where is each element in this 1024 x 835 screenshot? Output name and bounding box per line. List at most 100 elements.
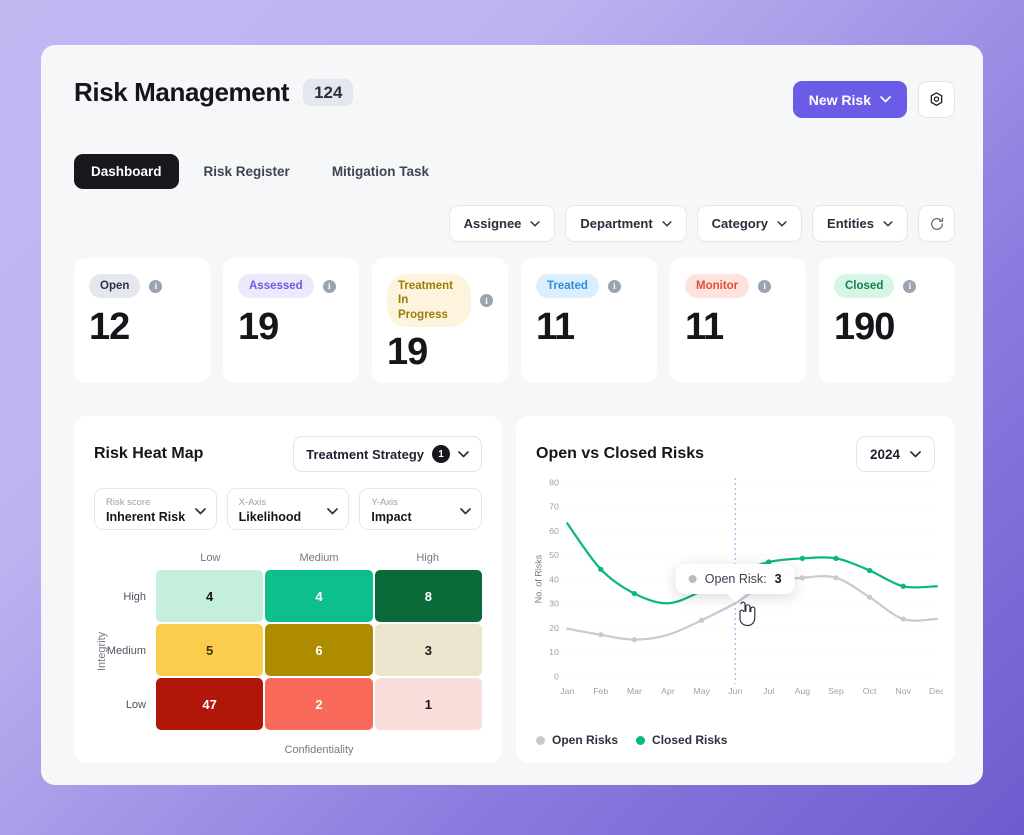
heat-map-cell[interactable]: 8	[375, 570, 482, 622]
legend-item[interactable]: Closed Risks	[636, 733, 727, 747]
chart-data-point[interactable]	[598, 567, 603, 572]
heat-map-cell[interactable]: 5	[156, 624, 263, 676]
x-axis-label: X-Axis	[239, 497, 302, 509]
stat-badge-row: Openi	[89, 274, 195, 298]
stat-value: 19	[238, 306, 344, 349]
heat-map-column-label: Low	[156, 552, 265, 564]
heat-map-cell[interactable]: 2	[265, 678, 372, 730]
chevron-down-icon	[195, 508, 206, 515]
legend-dot	[536, 736, 545, 745]
chart-data-point[interactable]	[867, 568, 872, 573]
chart-data-point[interactable]	[901, 584, 906, 589]
heat-map-column-label: Medium	[265, 552, 374, 564]
stat-card: Assessedi19	[223, 258, 359, 383]
chart-x-tick-label: Aug	[795, 686, 811, 696]
stat-value: 11	[685, 306, 791, 349]
stat-card: Treatment In Progressi19	[372, 258, 508, 383]
stat-value: 12	[89, 306, 195, 349]
chart-data-point[interactable]	[867, 595, 872, 600]
chevron-down-icon	[910, 451, 921, 458]
tab-dashboard[interactable]: Dashboard	[74, 154, 179, 189]
heat-map-cell[interactable]: 47	[156, 678, 263, 730]
heat-map-y-axis-title: Integrity	[94, 570, 110, 732]
legend-item[interactable]: Open Risks	[536, 733, 618, 747]
chart-y-tick-label: 10	[549, 647, 559, 657]
refresh-button[interactable]	[918, 205, 955, 242]
filter-category[interactable]: Category	[697, 205, 802, 242]
filter-department-label: Department	[580, 216, 652, 231]
info-icon[interactable]: i	[323, 280, 336, 293]
chart-y-tick-label: 70	[549, 502, 559, 512]
chart-x-tick-label: Nov	[895, 686, 911, 696]
info-icon[interactable]: i	[480, 294, 493, 307]
chart-data-point[interactable]	[901, 616, 906, 621]
chart-data-point[interactable]	[833, 556, 838, 561]
chart-x-tick-label: Feb	[593, 686, 608, 696]
chart-data-point[interactable]	[598, 632, 603, 637]
filter-assignee-label: Assignee	[464, 216, 522, 231]
risk-score-value: Inherent Risk	[106, 509, 185, 525]
heat-map-x-axis-title: Confidentiality	[156, 744, 482, 756]
heat-map-cell[interactable]: 1	[375, 678, 482, 730]
heat-map-header: Risk Heat Map Treatment Strategy 1	[94, 436, 482, 472]
chart-x-tick-label: Jun	[728, 686, 742, 696]
heat-map-row: 448	[156, 570, 482, 622]
x-axis-select[interactable]: X-Axis Likelihood	[227, 488, 350, 530]
y-axis-value: Impact	[371, 509, 411, 525]
chart-data-point[interactable]	[632, 637, 637, 642]
tooltip-series-dot	[689, 575, 697, 583]
chart-y-axis-title: No. of Risks	[533, 554, 543, 603]
line-chart-area[interactable]: 01020304050607080No. of RisksJanFebMarAp…	[530, 476, 943, 706]
stat-badge-row: Treatment In Progress i	[387, 274, 493, 327]
stat-card: Monitor i 11	[670, 258, 806, 383]
chevron-down-icon	[530, 221, 540, 227]
chart-y-tick-label: 50	[549, 550, 559, 560]
page-title: Risk Management	[74, 77, 289, 108]
new-risk-button[interactable]: New Risk	[793, 81, 907, 118]
filter-department[interactable]: Department	[565, 205, 686, 242]
tab-mitigation-task[interactable]: Mitigation Task	[315, 154, 446, 189]
y-axis-select[interactable]: Y-Axis Impact	[359, 488, 482, 530]
filter-entities[interactable]: Entities	[812, 205, 908, 242]
chart-y-tick-label: 0	[554, 672, 559, 682]
info-icon[interactable]: i	[608, 280, 621, 293]
filter-assignee[interactable]: Assignee	[449, 205, 556, 242]
heat-map-cell[interactable]: 3	[375, 624, 482, 676]
info-icon[interactable]: i	[903, 280, 916, 293]
stat-value: 11	[536, 306, 642, 349]
chevron-down-icon	[458, 451, 469, 458]
status-badge: Monitor	[685, 274, 749, 298]
stat-badge-row: Closedi	[834, 274, 940, 298]
heat-map-column-labels: LowMediumHigh	[156, 552, 482, 564]
chart-data-point[interactable]	[800, 575, 805, 580]
chart-data-point[interactable]	[699, 618, 704, 623]
stat-card: Openi 12	[74, 258, 210, 383]
info-icon[interactable]: i	[758, 280, 771, 293]
app-panel: Risk Management 12 4 New Risk Dashboard R…	[41, 45, 983, 785]
x-axis-value: Likelihood	[239, 509, 302, 525]
settings-button[interactable]	[918, 81, 955, 118]
chevron-down-icon	[460, 508, 471, 515]
heat-map-cell[interactable]: 6	[265, 624, 372, 676]
chart-tooltip: Open Risk: 3	[676, 564, 795, 594]
status-badge: Treatment In Progress	[387, 274, 471, 327]
heat-map-cell[interactable]: 4	[156, 570, 263, 622]
line-chart-title: Open vs Closed Risks	[536, 445, 704, 463]
tooltip-label: Open Risk:	[705, 572, 767, 586]
status-badge: Treated	[536, 274, 599, 298]
treatment-strategy-select[interactable]: Treatment Strategy 1	[293, 436, 482, 472]
year-value: 2024	[870, 447, 900, 462]
heat-map-row-labels: HighMediumLow	[110, 570, 156, 732]
year-select[interactable]: 2024	[856, 436, 935, 472]
heat-map-cell[interactable]: 4	[265, 570, 372, 622]
risk-score-select[interactable]: Risk score Inherent Risk	[94, 488, 217, 530]
info-icon[interactable]: i	[149, 280, 162, 293]
header-actions: New Risk	[793, 81, 955, 118]
chart-x-tick-label: Oct	[863, 686, 877, 696]
tab-risk-register[interactable]: Risk Register	[187, 154, 307, 189]
chart-data-point[interactable]	[800, 556, 805, 561]
chart-x-tick-label: Dec	[929, 686, 943, 696]
heat-map-row-label: Medium	[110, 624, 156, 678]
chart-data-point[interactable]	[833, 575, 838, 580]
chart-data-point[interactable]	[632, 591, 637, 596]
